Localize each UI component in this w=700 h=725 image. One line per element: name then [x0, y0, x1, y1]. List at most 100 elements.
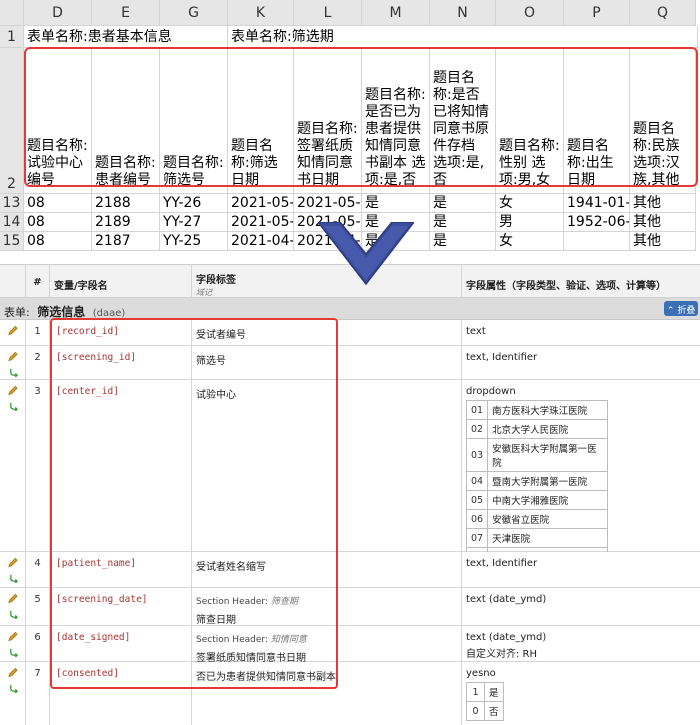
column-header[interactable]: G: [160, 0, 228, 26]
row-number[interactable]: 14: [0, 213, 24, 232]
pencil-icon[interactable]: [7, 351, 18, 363]
data-cell[interactable]: 女: [496, 232, 564, 251]
data-cell[interactable]: 2021-05-0: [228, 194, 294, 213]
branching-logic-icon[interactable]: [9, 368, 18, 377]
data-cell[interactable]: 2189: [92, 213, 160, 232]
branching-logic-icon[interactable]: [9, 684, 18, 693]
choice-row: 04 暨南大学附属第一医院: [465, 471, 609, 491]
pencil-icon[interactable]: [7, 667, 18, 679]
field-attributes: text, Identifier: [466, 558, 538, 569]
data-cell[interactable]: 2188: [92, 194, 160, 213]
data-cell[interactable]: YY-25: [160, 232, 228, 251]
pencil-icon[interactable]: [7, 385, 18, 397]
data-cell[interactable]: 女: [496, 194, 564, 213]
row-icons: [0, 380, 26, 551]
field-label-text: 筛查日期: [196, 615, 236, 626]
column-header[interactable]: L: [294, 0, 362, 26]
data-cell[interactable]: 男: [496, 213, 564, 232]
table-row: 1 [record_id] 受试者编号 text: [0, 320, 700, 346]
data-cell[interactable]: 08: [24, 232, 92, 251]
row-number[interactable]: 13: [0, 194, 24, 213]
pencil-icon[interactable]: [7, 631, 18, 643]
data-cell[interactable]: 08: [24, 194, 92, 213]
choice-row: 05 中南大学湘雅医院: [465, 490, 609, 510]
data-cell[interactable]: 1941-01-2: [564, 194, 630, 213]
field-label: 否已为患者提供知情同意书副本: [192, 662, 462, 725]
column-header[interactable]: D: [24, 0, 92, 26]
pencil-icon[interactable]: [7, 593, 18, 605]
data-cell[interactable]: 2021-05-0: [228, 213, 294, 232]
cell-question[interactable]: 题目名称:出生日期: [564, 48, 630, 194]
cell-question[interactable]: 题目名称:是否已将知情同意书原件存档 选项:是,否: [430, 48, 496, 194]
cell-question[interactable]: 题目名称:民族 选项:汉族,其他: [630, 48, 696, 194]
column-header[interactable]: K: [228, 0, 294, 26]
data-cell[interactable]: 是: [430, 194, 496, 213]
chevron-down-arrow-icon: [318, 222, 414, 286]
data-cell[interactable]: 其他: [630, 213, 696, 232]
field-attributes: text (date_ymd) 自定义对齐: RH: [462, 626, 700, 661]
form-name-text: 表单名称:患者基本信息: [27, 29, 172, 45]
cell-question[interactable]: 题目名称:性别 选项:男,女: [496, 48, 564, 194]
data-cell[interactable]: 其他: [630, 232, 696, 251]
field-type: yesno: [466, 668, 496, 679]
data-cell[interactable]: 2021-04-2: [228, 232, 294, 251]
choice-code: 02: [465, 419, 489, 439]
choice-code: 1: [466, 682, 485, 702]
choice-label: 北京大学人民医院: [487, 419, 609, 439]
branching-logic-icon[interactable]: [9, 574, 18, 583]
custom-alignment: 自定义对齐: RH: [466, 649, 538, 660]
row-number[interactable]: 2: [0, 48, 24, 194]
choice-label: 南方医科大学珠江医院: [487, 400, 609, 420]
branching-logic-icon[interactable]: [9, 402, 18, 411]
row-number[interactable]: 15: [0, 232, 24, 251]
column-header[interactable]: O: [496, 0, 564, 26]
data-cell[interactable]: 2021-05-0: [294, 194, 362, 213]
column-header[interactable]: M: [362, 0, 430, 26]
column-header[interactable]: N: [430, 0, 496, 26]
row-number[interactable]: 1: [0, 26, 24, 48]
header-attributes: 字段属性（字段类型、验证、选项、计算等）: [466, 281, 666, 292]
branching-logic-icon[interactable]: [9, 610, 18, 619]
row-icons: [0, 626, 26, 661]
sheet-data-row: 13 08 2188 YY-26 2021-05-0 2021-05-0 是 是…: [0, 194, 696, 213]
data-cell[interactable]: 是: [430, 213, 496, 232]
cell-question[interactable]: 题目名称:筛选日期: [228, 48, 294, 194]
collapse-button[interactable]: ⌃ 折叠: [664, 301, 698, 316]
pencil-icon[interactable]: [7, 557, 18, 569]
data-cell[interactable]: 1952-06-1: [564, 213, 630, 232]
cell-form-name[interactable]: 表单名称:患者基本信息: [24, 26, 228, 48]
data-cell[interactable]: [564, 232, 630, 251]
data-cell[interactable]: 其他: [630, 194, 696, 213]
column-header[interactable]: E: [92, 0, 160, 26]
variable-name: [patient_name]: [50, 552, 192, 587]
choice-row: 01 南方医科大学珠江医院: [465, 400, 609, 420]
codebook-view: # 变量/字段名 字段标签 域记 字段属性（字段类型、验证、选项、计算等） 表单…: [0, 264, 700, 725]
data-cell[interactable]: 是: [430, 232, 496, 251]
data-cell[interactable]: YY-26: [160, 194, 228, 213]
section-header-name: 筛查期: [270, 597, 298, 607]
column-header[interactable]: Q: [630, 0, 696, 26]
data-cell[interactable]: YY-27: [160, 213, 228, 232]
cell-question[interactable]: 题目名称:患者编号: [92, 48, 160, 194]
question-text: 题目名称:是否已将知情同意书原件存档 选项:是,否: [433, 70, 489, 188]
variable-name: [screening_date]: [50, 588, 192, 625]
corner-cell[interactable]: [0, 0, 24, 26]
data-cell[interactable]: 是: [362, 194, 430, 213]
section-header: Section Header: 知情同意: [196, 632, 457, 645]
branching-logic-icon[interactable]: [9, 648, 18, 657]
cell-question[interactable]: 题目名称:签署纸质知情同意书日期: [294, 48, 362, 194]
sheet-row-1: 1 表单名称:患者基本信息 表单名称:筛选期: [0, 26, 698, 48]
cell-question[interactable]: 题目名称:试验中心编号: [24, 48, 92, 194]
choice-code: 05: [465, 490, 489, 510]
cell-form-name[interactable]: 表单名称:筛选期: [228, 26, 698, 48]
data-cell[interactable]: 08: [24, 213, 92, 232]
field-label: 受试者姓名缩写: [192, 552, 462, 587]
column-header[interactable]: P: [564, 0, 630, 26]
cell-question[interactable]: 题目名称:是否已为患者提供知情同意书副本 选项:是,否: [362, 48, 430, 194]
cell-question[interactable]: 题目名称:筛选号: [160, 48, 228, 194]
question-text: 题目名称:是否已为患者提供知情同意书副本 选项:是,否: [365, 87, 426, 188]
pencil-icon[interactable]: [7, 325, 18, 337]
question-text: 题目名称:筛选日期: [231, 138, 278, 188]
data-cell[interactable]: 2187: [92, 232, 160, 251]
row-number: 6: [26, 626, 50, 661]
